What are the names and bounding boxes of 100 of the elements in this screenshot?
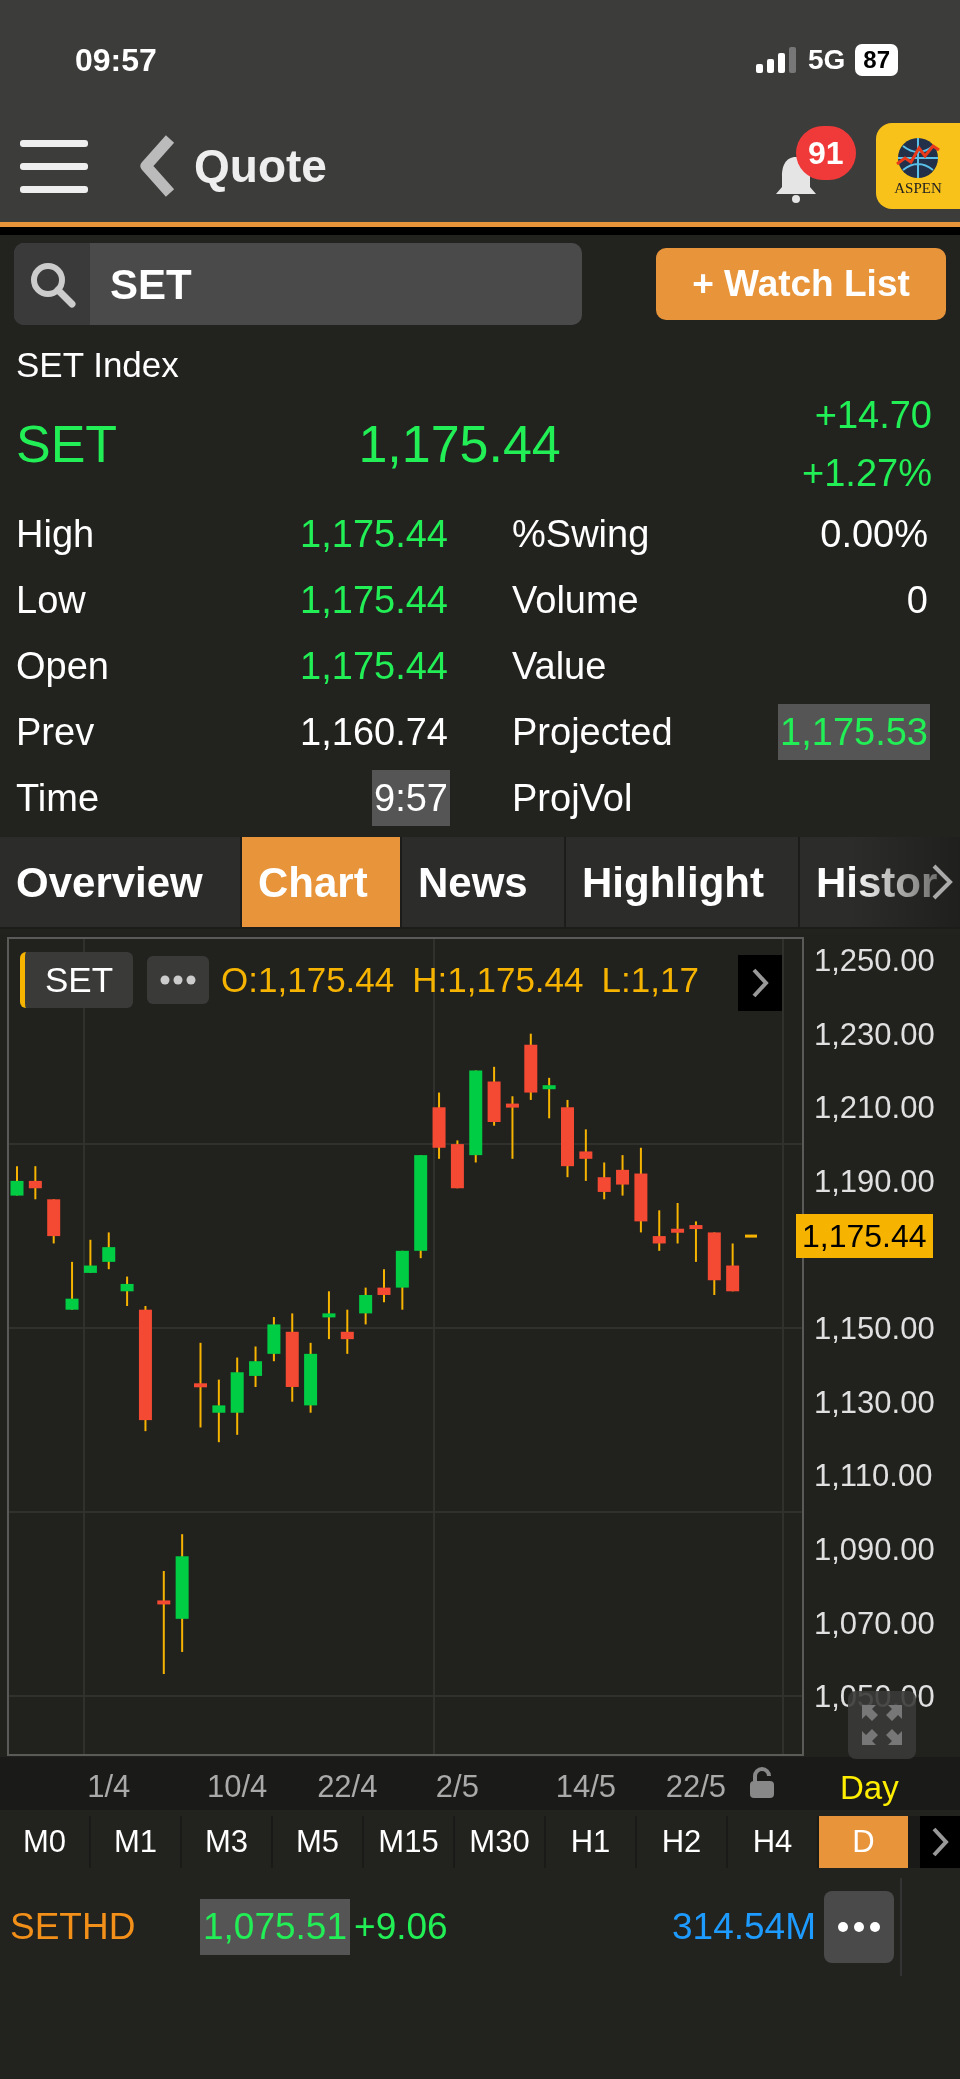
menu-icon[interactable] [20,138,88,194]
axis-label: 1/4 [87,1769,131,1804]
axis-label: 1,130.00 [814,1384,935,1420]
axis-label: 1,210.00 [814,1090,935,1126]
page-title: Quote [194,138,327,194]
axis-label: 1,250.00 [814,943,935,979]
chevron-right-icon [751,967,769,999]
stat-label: %Swing [512,511,650,557]
axis-label: 22/5 [665,1769,727,1804]
battery-indicator: 87 [855,44,898,76]
candlestick [83,1238,97,1274]
tab[interactable]: Histor [800,837,960,927]
candlestick [524,1032,538,1101]
candlestick [707,1231,721,1296]
candlestick [671,1201,685,1245]
status-time: 09:57 [75,41,157,80]
price-change: +14.70 [814,393,932,438]
stat-value: 1,175.44 [299,512,449,557]
candlestick [652,1209,666,1252]
stat-label: Open [16,643,109,689]
candlestick [597,1161,611,1201]
ticker-symbol: SETHD [10,1905,137,1950]
timeframe-button[interactable]: M5 [273,1816,362,1868]
more-button[interactable] [824,1891,894,1963]
timeframe-button[interactable]: H1 [546,1816,635,1868]
price-tag: 1,175.44 [796,1214,933,1259]
tab[interactable]: Highlight [566,837,798,927]
axis-label: 2/5 [435,1769,479,1804]
candlestick [616,1154,630,1197]
range-label[interactable]: Day [840,1763,899,1813]
last-price: 1,175.44 [358,414,561,475]
candlestick [28,1165,42,1201]
network-label: 5G [807,43,846,77]
candlestick [450,1139,464,1190]
search-field[interactable]: SET [14,243,582,325]
stat-value: 0 [905,578,929,623]
candlestick [395,1249,409,1311]
candlestick [432,1091,446,1160]
axis-label: 10/4 [207,1769,268,1804]
stat-value: 1,175.44 [299,578,449,623]
candlestick [505,1095,519,1160]
axis-label: 1,190.00 [814,1163,935,1199]
symbol-chip[interactable]: SET [20,952,134,1008]
ticker-price: 1,075.51 [200,1899,351,1955]
candlestick [47,1198,61,1245]
timeframe-button[interactable]: M15 [364,1816,453,1868]
candlestick [322,1290,336,1341]
scroll-right-button[interactable] [738,955,782,1011]
percent-change: +1.27% [802,451,932,496]
stat-value: 1,175.53 [780,710,928,755]
search-icon [28,260,76,308]
candlestick [487,1065,501,1127]
axis-label: 1,110.00 [814,1458,933,1494]
chevron-right-icon[interactable] [931,1826,949,1858]
stat-value: 1,175.44 [299,644,449,689]
candlestick [102,1231,116,1271]
timeframe-button[interactable]: H4 [728,1816,817,1868]
ohlc-value: O:1,175.44 [221,958,395,1001]
quote-symbol: SET [16,414,118,475]
candlestick [726,1242,740,1293]
axis-label: 1,090.00 [814,1531,935,1567]
timeframe-button[interactable]: M3 [182,1816,271,1868]
candlestick [212,1378,226,1444]
stat-label: Projected [512,709,673,755]
axis-label: 1,150.00 [814,1311,935,1347]
stat-label: High [16,511,95,557]
candlestick [745,1234,757,1238]
back-icon[interactable] [140,135,176,197]
more-button[interactable] [147,956,210,1004]
tab[interactable]: Overview [0,837,240,927]
candlestick [120,1275,134,1307]
stat-label: Value [512,643,607,689]
candlestick [267,1316,281,1363]
timeframe-button[interactable]: M30 [455,1816,544,1868]
axis-label: 1,050.00 [814,1679,935,1715]
candlestick [10,1165,24,1197]
stat-label: Prev [16,709,95,755]
stat-label: Volume [512,577,639,623]
axis-label: 1,230.00 [814,1016,935,1052]
timeframe-button[interactable]: M1 [91,1816,180,1868]
candlestick [377,1268,391,1304]
candlestick [340,1308,354,1355]
candlestick [689,1220,703,1263]
dots-icon [160,975,197,985]
notification-badge: 91 [796,126,856,180]
axis-label: 14/5 [555,1769,616,1804]
ticker-change: +9.06 [354,1905,448,1950]
app-logo[interactable]: ASPEN [876,123,960,209]
timeframe-button[interactable]: H2 [637,1816,726,1868]
candlestick [579,1128,593,1182]
candlestick [542,1076,556,1120]
axis-label: 22/4 [317,1769,378,1804]
timeframe-button[interactable]: M0 [0,1816,89,1868]
stat-value: 0.00% [819,512,929,557]
lock-icon[interactable] [748,1767,776,1799]
tab[interactable]: News [402,837,564,927]
dots-icon [837,1921,881,1933]
index-name: SET Index [15,344,180,386]
ohlc-value: L:1,17 [601,958,699,1001]
candlestick [249,1345,263,1388]
